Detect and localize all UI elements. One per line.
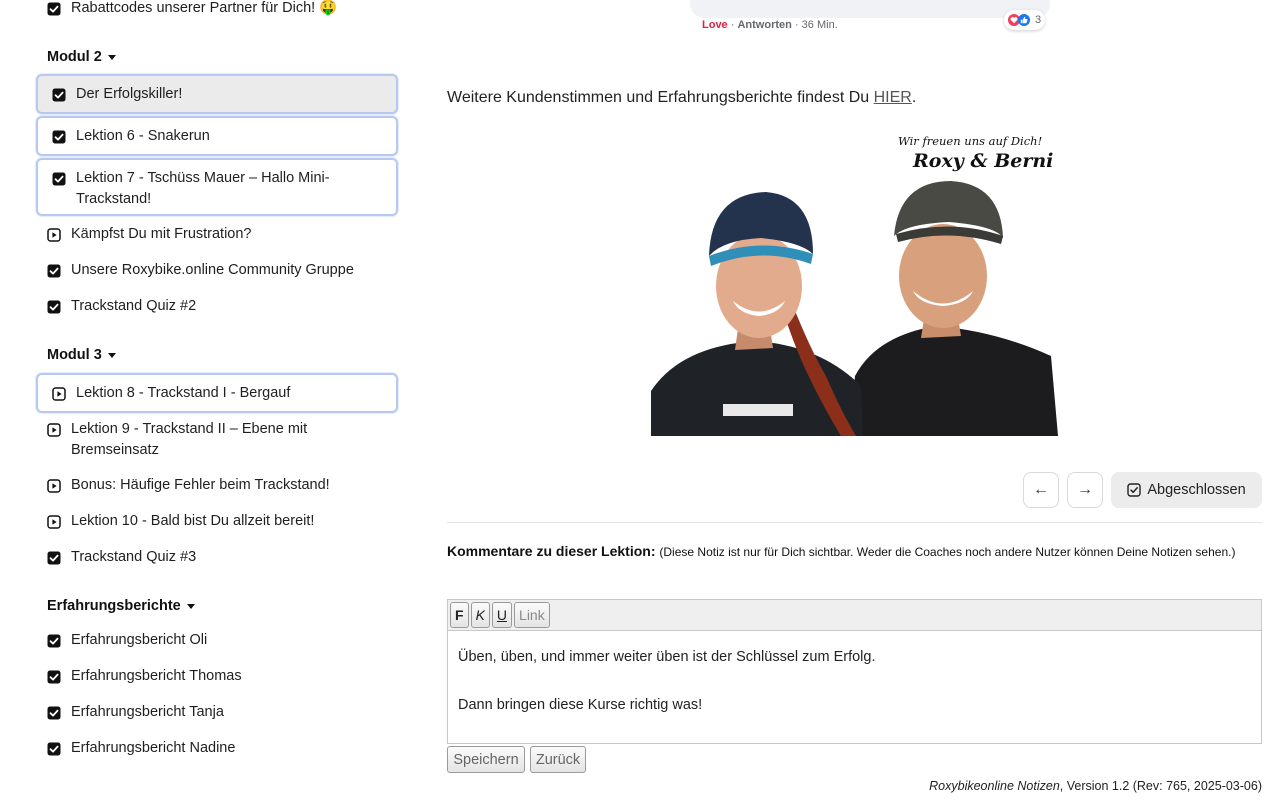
- footer-version: , Version 1.2 (Rev: 765, 2025-03-06): [1059, 779, 1262, 793]
- module-header-erfahrungsberichte[interactable]: Erfahrungsberichte: [47, 598, 195, 614]
- sidebar-item-label: Lektion 7 - Tschüss Mauer – Hallo Mini-T…: [76, 170, 330, 207]
- mark-complete-button[interactable]: Abgeschlossen: [1111, 472, 1262, 508]
- checkbox-checked-icon: [47, 742, 61, 756]
- notes-line: Üben, üben, und immer weiter üben ist de…: [458, 649, 876, 665]
- sidebar-item-community[interactable]: Unsere Roxybike.online Community Gruppe: [47, 260, 387, 281]
- notes-hint: (Diese Notiz ist nur für Dich sichtbar. …: [659, 545, 1236, 559]
- comment-meta: Love · Antworten · 36 Min.: [702, 19, 838, 31]
- sidebar-item-label: Lektion 6 - Snakerun: [76, 128, 210, 144]
- arrow-right-icon: →: [1077, 481, 1093, 498]
- embedded-comment-bubble: [690, 0, 1050, 18]
- previous-lesson-button[interactable]: ←: [1023, 472, 1059, 508]
- play-icon: [47, 423, 61, 437]
- check-square-icon: [1127, 483, 1142, 497]
- underline-button[interactable]: U: [491, 602, 513, 628]
- module-title: Modul 2: [47, 49, 102, 65]
- sidebar-item-label: Lektion 9 - Trackstand II – Ebene mit Br…: [71, 421, 308, 458]
- love-link[interactable]: Love: [702, 19, 728, 31]
- bold-button[interactable]: F: [450, 602, 469, 628]
- reaction-summary[interactable]: 3: [1004, 10, 1046, 30]
- sidebar-item-label: Erfahrungsbericht Nadine: [71, 740, 236, 756]
- sidebar-item-label: Lektion 8 - Trackstand I - Bergauf: [76, 385, 291, 401]
- sidebar-item-bericht-oli[interactable]: Erfahrungsbericht Oli: [47, 630, 387, 651]
- sidebar-item-label: Lektion 10 - Bald bist Du allzeit bereit…: [71, 513, 315, 529]
- checkbox-checked-icon: [47, 264, 61, 278]
- like-reaction-icon: [1018, 14, 1030, 26]
- module-title: Erfahrungsberichte: [47, 598, 181, 614]
- lesson-sidebar: Rabattcodes unserer Partner für Dich! 🤑 …: [0, 0, 420, 800]
- checkbox-checked-icon: [47, 2, 61, 16]
- testimonials-text: Weitere Kundenstimmen und Erfahrungsberi…: [447, 89, 870, 106]
- comment-time: 36 Min.: [801, 19, 838, 31]
- checkbox-checked-icon: [52, 88, 66, 102]
- testimonials-link[interactable]: HIER: [874, 89, 912, 106]
- sidebar-item-lektion-8[interactable]: Lektion 8 - Trackstand I - Bergauf: [36, 373, 398, 413]
- photo-caption: Wir freuen uns auf Dich!: [898, 134, 1043, 148]
- sidebar-item-lektion-9[interactable]: Lektion 9 - Trackstand II – Ebene mit Br…: [47, 419, 337, 461]
- checkbox-checked-icon: [47, 706, 61, 720]
- checkbox-checked-icon: [47, 551, 61, 565]
- checkbox-checked-icon: [47, 634, 61, 648]
- notes-editor[interactable]: Üben, üben, und immer weiter üben ist de…: [447, 630, 1262, 744]
- caret-down-icon: [186, 603, 195, 609]
- sidebar-item-label: Erfahrungsbericht Thomas: [71, 668, 242, 684]
- photo-signature: Roxy & Berni: [913, 150, 1054, 172]
- sidebar-item-frustration[interactable]: Kämpfst Du mit Frustration?: [47, 224, 387, 245]
- link-button[interactable]: Link: [514, 602, 550, 628]
- sidebar-item-bericht-tanja[interactable]: Erfahrungsbericht Tanja: [47, 702, 387, 723]
- caret-down-icon: [107, 352, 116, 358]
- notes-label: Kommentare zu dieser Lektion:: [447, 543, 656, 559]
- sidebar-item-label: Der Erfolgskiller!: [76, 86, 183, 102]
- mark-complete-label: Abgeschlossen: [1147, 482, 1246, 498]
- coaches-photo: [651, 126, 1058, 436]
- sidebar-item-label: Trackstand Quiz #3: [71, 549, 197, 565]
- notes-header: Kommentare zu dieser Lektion: (Diese Not…: [447, 540, 1262, 564]
- arrow-left-icon: ←: [1033, 481, 1049, 498]
- caret-down-icon: [107, 54, 116, 60]
- sidebar-item-lektion-10[interactable]: Lektion 10 - Bald bist Du allzeit bereit…: [47, 511, 387, 532]
- sidebar-item-rabattcodes[interactable]: Rabattcodes unserer Partner für Dich! 🤑: [47, 0, 387, 19]
- sidebar-item-label: Erfahrungsbericht Oli: [71, 632, 208, 648]
- sidebar-item-bericht-thomas[interactable]: Erfahrungsbericht Thomas: [47, 666, 387, 687]
- save-button[interactable]: Speichern: [447, 746, 525, 773]
- checkbox-checked-icon: [47, 670, 61, 684]
- italic-button[interactable]: K: [470, 602, 490, 628]
- play-icon: [47, 515, 61, 529]
- sidebar-item-bonus[interactable]: Bonus: Häufige Fehler beim Trackstand!: [47, 475, 387, 496]
- module-header-3[interactable]: Modul 3: [47, 347, 116, 363]
- sidebar-item-quiz-2[interactable]: Trackstand Quiz #2: [47, 296, 387, 317]
- checkbox-checked-icon: [52, 130, 66, 144]
- sidebar-item-label: Bonus: Häufige Fehler beim Trackstand!: [71, 477, 330, 493]
- version-footer: Roxybikeonline Notizen, Version 1.2 (Rev…: [929, 779, 1262, 793]
- sidebar-item-label: Trackstand Quiz #2: [71, 298, 197, 314]
- sidebar-item-label: Erfahrungsbericht Tanja: [71, 704, 224, 720]
- sidebar-item-quiz-3[interactable]: Trackstand Quiz #3: [47, 547, 387, 568]
- module-title: Modul 3: [47, 347, 102, 363]
- testimonials-paragraph: Weitere Kundenstimmen und Erfahrungsberi…: [447, 89, 917, 106]
- footer-app-name: Roxybikeonline Notizen: [929, 779, 1060, 793]
- play-icon: [47, 228, 61, 242]
- module-header-2[interactable]: Modul 2: [47, 49, 116, 65]
- reply-link[interactable]: Antworten: [737, 19, 791, 31]
- reaction-count: 3: [1035, 14, 1042, 26]
- checkbox-checked-icon: [47, 300, 61, 314]
- back-button[interactable]: Zurück: [530, 746, 586, 773]
- sidebar-item-label: Rabattcodes unserer Partner für Dich! 🤑: [71, 0, 338, 16]
- next-lesson-button[interactable]: →: [1067, 472, 1103, 508]
- sidebar-item-lektion-7[interactable]: Lektion 7 - Tschüss Mauer – Hallo Mini-T…: [36, 158, 398, 216]
- checkbox-checked-icon: [52, 172, 66, 186]
- notes-line: Dann bringen diese Kurse richtig was!: [458, 697, 703, 713]
- editor-toolbar: F K U Link: [447, 599, 1262, 631]
- sidebar-item-bericht-nadine[interactable]: Erfahrungsbericht Nadine: [47, 738, 387, 759]
- play-icon: [47, 479, 61, 493]
- sidebar-item-erfolgskiller[interactable]: Der Erfolgskiller!: [36, 74, 398, 114]
- sidebar-item-label: Kämpfst Du mit Frustration?: [71, 226, 252, 242]
- sidebar-item-lektion-6[interactable]: Lektion 6 - Snakerun: [36, 116, 398, 156]
- play-icon: [52, 387, 66, 401]
- section-divider: [447, 522, 1262, 523]
- sidebar-item-label: Unsere Roxybike.online Community Gruppe: [71, 262, 354, 278]
